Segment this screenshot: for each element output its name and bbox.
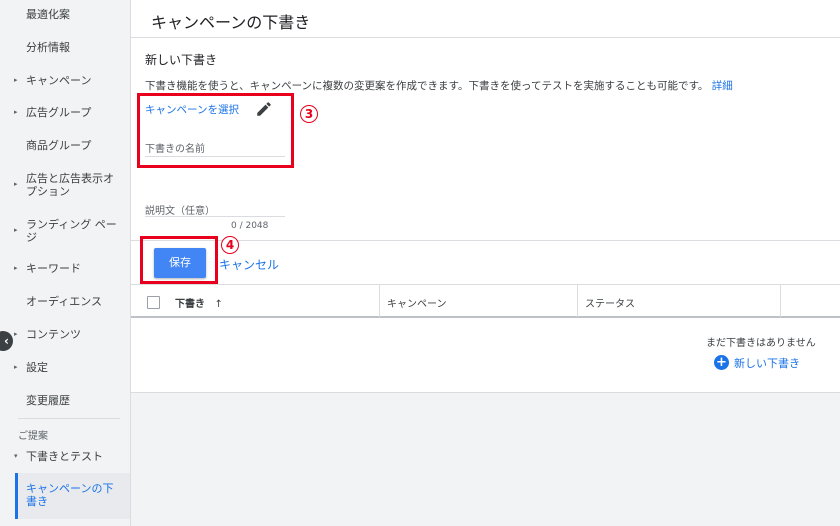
sidebar-item-label: 最適化案	[26, 8, 70, 21]
sidebar-item-label: 変更履歴	[26, 394, 70, 407]
chevron-right-icon: ▸	[14, 76, 18, 84]
column-header-label: 下書き	[175, 299, 205, 310]
chevron-right-icon: ▸	[14, 108, 18, 116]
column-divider	[780, 285, 781, 317]
callout-box-4	[140, 236, 218, 284]
select-all-checkbox[interactable]	[147, 296, 160, 309]
sidebar-item-label: キーワード	[26, 262, 81, 275]
chevron-down-icon: ▾	[14, 452, 18, 460]
column-header-status[interactable]: ステータス	[585, 295, 635, 310]
form-description: 下書き機能を使うと、キャンペーンに複数の変更案を作成できます。下書きを使ってテス…	[145, 78, 733, 93]
chevron-right-icon: ▸	[14, 363, 18, 371]
sidebar-item-label: オーディエンス	[26, 295, 103, 308]
cancel-button[interactable]: キャンセル	[219, 256, 279, 273]
sidebar-section-label: ご提案	[18, 431, 48, 442]
new-draft-link[interactable]: 新しい下書き	[734, 355, 800, 371]
column-header-campaign[interactable]: キャンペーン	[387, 295, 447, 310]
chevron-right-icon: ▸	[14, 330, 18, 338]
sidebar-item-label: 下書きとテスト	[26, 450, 103, 463]
sidebar-item-label: 分析情報	[26, 41, 70, 54]
sidebar-divider	[18, 418, 120, 419]
page-title: キャンペーンの下書き	[151, 13, 311, 32]
empty-state-message: まだ下書きはありません	[706, 338, 816, 349]
sidebar-item-label: キャンペーンの下書き	[26, 482, 114, 508]
column-divider	[379, 285, 380, 317]
sidebar-item-label: 商品グループ	[26, 139, 92, 152]
sidebar-item-label: 設定	[26, 361, 48, 374]
sidebar-item-label: ランディング ページ	[26, 218, 117, 244]
sidebar-item-label: コンテンツ	[26, 328, 81, 341]
page-background	[131, 393, 840, 526]
sidebar-item-label: 広告と広告表示オプション	[26, 172, 114, 198]
chevron-right-icon: ▸	[14, 264, 18, 272]
callout-number-3: 3	[300, 105, 318, 123]
char-counter: 0 / 2048	[231, 221, 269, 231]
chevron-right-icon: ▸	[14, 180, 18, 188]
sidebar-item-label: キャンペーン	[26, 74, 92, 87]
callout-number-4: 4	[221, 236, 239, 254]
sort-ascending-icon: ↑	[214, 299, 223, 310]
active-indicator	[15, 473, 18, 519]
chevron-right-icon: ▸	[14, 226, 18, 234]
callout-box-3	[137, 93, 294, 168]
sidebar-item-label: 広告グループ	[26, 106, 92, 119]
column-divider	[577, 285, 578, 317]
new-draft-card: 新しい下書き 下書き機能を使うと、キャンペーンに複数の変更案を作成できます。下書…	[131, 38, 840, 393]
description-underline	[145, 216, 285, 217]
page-header: キャンペーンの下書き	[131, 0, 840, 38]
form-title: 新しい下書き	[145, 53, 218, 67]
column-header-draft[interactable]: 下書き ↑	[175, 295, 223, 310]
description-text: 下書き機能を使うと、キャンペーンに複数の変更案を作成できます。下書きを使ってテス…	[145, 80, 709, 92]
drafts-table-header: 下書き ↑ キャンペーン ステータス	[131, 284, 840, 318]
sidebar: 最適化案 分析情報 ▸ キャンペーン ▸ 広告グループ 商品グループ ▸ 広告と…	[0, 0, 131, 526]
description-input[interactable]: 説明文（任意）	[145, 202, 215, 217]
add-circle-icon[interactable]: +	[714, 355, 729, 370]
details-link[interactable]: 詳細	[712, 80, 733, 92]
